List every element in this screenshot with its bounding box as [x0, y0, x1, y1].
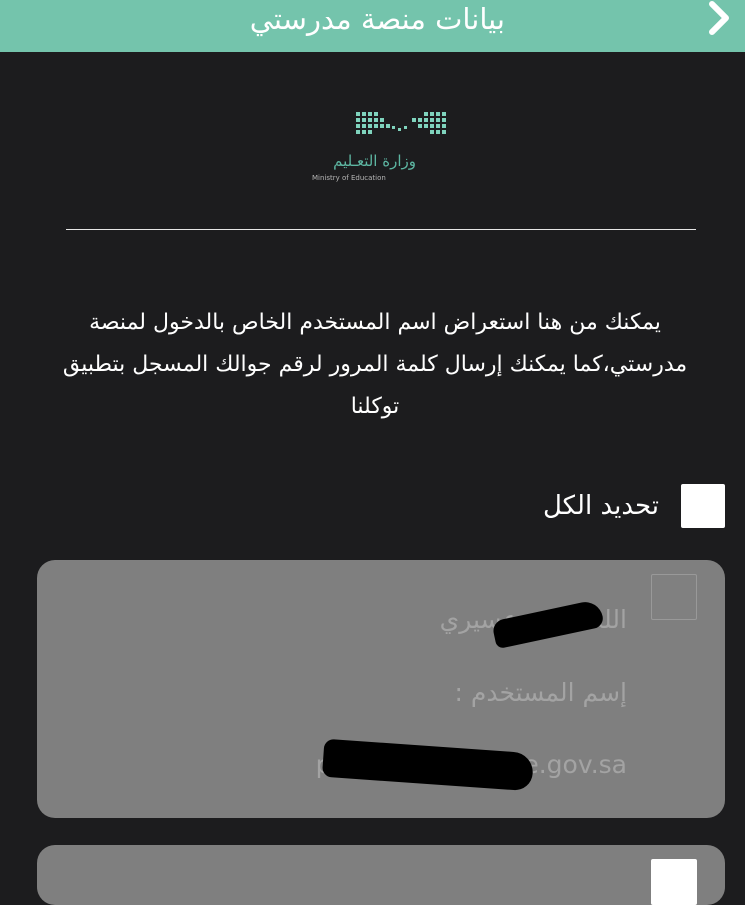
username-label: إسم المستخدم :: [454, 678, 627, 707]
select-all-label: تحديد الكل: [542, 491, 659, 521]
divider: [66, 229, 696, 230]
intro-text: يمكنك من هنا استعراض اسم المستخدم الخاص …: [62, 310, 688, 419]
back-button[interactable]: [700, 0, 740, 40]
ministry-logo: وزارة التعـليم Ministry of Education: [300, 110, 460, 190]
redaction-mark: [321, 738, 535, 792]
logo-arabic-text: وزارة التعـليم: [333, 152, 416, 170]
chevron-right-icon: [709, 1, 729, 35]
select-all-toggle[interactable]: تحديد الكل: [543, 484, 725, 528]
select-all-checkbox[interactable]: [681, 484, 725, 528]
account-checkbox[interactable]: [651, 859, 697, 905]
page-title: بيانات منصة مدرستي: [249, 2, 505, 36]
account-checkbox[interactable]: [651, 574, 697, 620]
logo-english-text: Ministry of Education: [312, 174, 386, 182]
account-card: [37, 845, 725, 905]
account-email-suffix: e.gov.sa: [523, 750, 627, 779]
ministry-dots-logo-icon: [356, 112, 446, 134]
account-card: الله محمد عسيري إسم المستخدم : p1e.gov.s…: [37, 560, 725, 818]
app-header: بيانات منصة مدرستي: [0, 0, 745, 52]
